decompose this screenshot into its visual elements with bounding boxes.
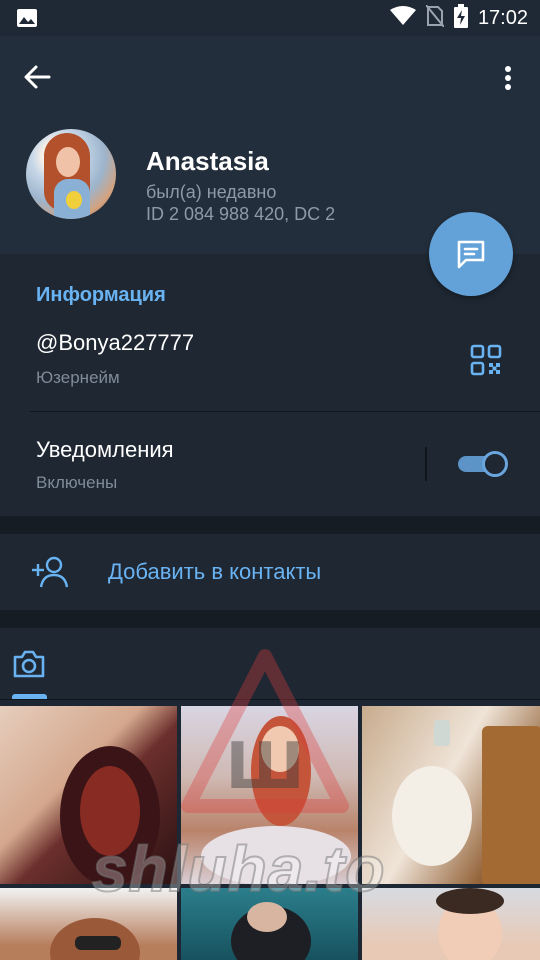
photo-thumbnail[interactable]: [362, 706, 540, 884]
arrow-left-icon: [24, 65, 51, 89]
no-sim-icon: [425, 3, 445, 32]
more-options-button[interactable]: [498, 64, 518, 94]
watermark-text: shluha.to: [91, 832, 386, 906]
clock: 17:02: [477, 6, 528, 29]
more-vertical-icon: [505, 66, 511, 90]
section-gap: [0, 516, 540, 534]
username-label: Юзернейм: [36, 368, 120, 387]
message-icon: [457, 240, 485, 269]
qr-code-icon: [470, 344, 502, 376]
user-id: ID 2 084 988 420, DC 2: [146, 204, 336, 224]
add-contact-label: Добавить в контакты: [108, 559, 322, 584]
add-user-icon: [30, 554, 70, 590]
username-value[interactable]: @Bonya227777: [36, 330, 194, 356]
last-seen-status: был(а) недавно: [146, 182, 277, 202]
battery-charging-icon: [453, 3, 468, 33]
tab-media[interactable]: [12, 648, 46, 680]
avatar[interactable]: [26, 129, 116, 219]
back-button[interactable]: [22, 62, 62, 94]
photo-thumbnail[interactable]: [362, 888, 540, 960]
status-bar: 17:02: [0, 0, 540, 36]
watermark-logo-letter: Ш: [225, 730, 304, 804]
watermark-logo: Ш: [181, 649, 349, 813]
qr-code-button[interactable]: [470, 344, 502, 376]
status-icons: 17:02: [389, 3, 528, 33]
notifications-status: Включены: [36, 473, 118, 492]
vertical-divider: [425, 447, 427, 481]
add-contact-row[interactable]: Добавить в контакты: [0, 534, 540, 610]
section-gap: [0, 610, 540, 628]
wifi-icon: [389, 5, 416, 31]
notifications-toggle[interactable]: [456, 451, 508, 477]
send-message-button[interactable]: [429, 212, 513, 296]
section-title: Информация: [36, 284, 166, 306]
camera-icon: [13, 650, 45, 678]
profile-name: Anastasia: [146, 146, 269, 176]
divider: [30, 411, 540, 412]
image-icon: [16, 8, 38, 33]
notifications-title[interactable]: Уведомления: [36, 437, 174, 463]
